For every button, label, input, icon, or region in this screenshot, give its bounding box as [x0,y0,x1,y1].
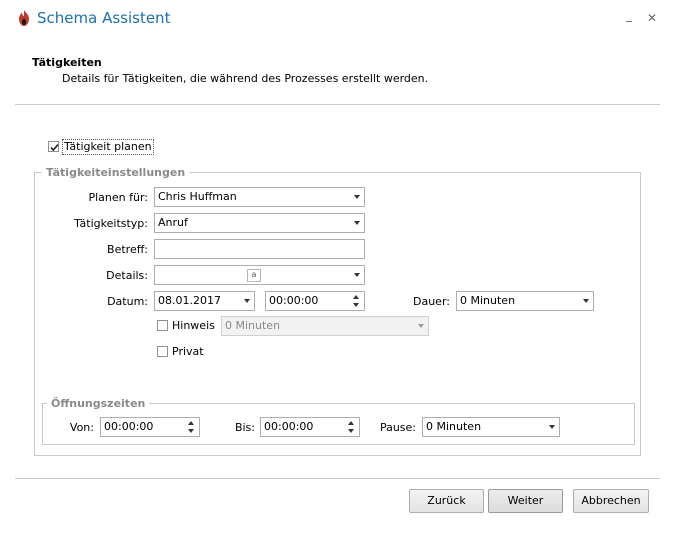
reminder-label: Hinweis [172,319,215,332]
page-title: Tätigkeiten [32,56,102,69]
private-checkbox[interactable] [157,346,168,357]
spinner-icon[interactable] [353,294,361,308]
header-divider [15,104,660,105]
reminder-value: 0 Minuten [225,319,281,332]
plan-activity-label[interactable]: Tätigkeit planen [62,139,154,155]
activity-settings-legend: Tätigkeiteinstellungen [42,166,190,179]
time-stepper[interactable]: 00:00:00 [265,291,365,311]
duration-label: Dauer: [413,295,450,308]
activity-type-dropdown[interactable]: Anruf [154,213,365,233]
next-button[interactable]: Weiter [488,489,563,513]
date-label: Datum: [107,295,148,308]
plan-for-label: Planen für: [88,191,148,204]
date-value: 08.01.2017 [158,294,221,307]
opening-hours-legend: Öffnungszeiten [47,397,150,410]
cancel-button[interactable]: Abbrechen [573,489,649,513]
to-label: Bis: [234,421,255,434]
duration-value: 0 Minuten [460,294,516,307]
chevron-down-icon [354,195,360,199]
subject-label: Betreff: [107,243,148,256]
plan-for-dropdown[interactable]: Chris Huffman [154,187,365,207]
text-format-icon: a [247,269,261,282]
chevron-down-icon [418,324,424,328]
pause-value: 0 Minuten [426,420,482,433]
reminder-checkbox[interactable] [157,320,168,331]
spinner-icon[interactable] [188,420,196,434]
to-time-value: 00:00:00 [264,420,314,433]
chevron-down-icon [354,273,360,277]
activity-type-label: Tätigkeitstyp: [74,217,148,230]
details-dropdown[interactable]: a [154,265,365,285]
page-subtitle: Details für Tätigkeiten, die während des… [62,72,429,85]
reminder-dropdown: 0 Minuten [221,316,429,336]
time-value: 00:00:00 [269,294,319,307]
chevron-down-icon [583,299,589,303]
pause-label: Pause: [379,421,416,434]
date-picker[interactable]: 08.01.2017 [154,291,255,311]
from-time-stepper[interactable]: 00:00:00 [100,417,200,437]
checkmark-icon [50,143,59,152]
footer-divider [15,478,660,479]
minimize-button[interactable]: _ [626,8,632,22]
flame-logo-icon [17,10,31,26]
chevron-down-icon [549,425,555,429]
subject-input[interactable] [154,239,365,259]
chevron-down-icon [244,299,250,303]
window-title: Schema Assistent [37,9,171,27]
details-label: Details: [106,269,148,282]
plan-for-value: Chris Huffman [158,190,237,203]
from-label: Von: [69,421,94,434]
spinner-icon[interactable] [348,420,356,434]
to-time-stepper[interactable]: 00:00:00 [260,417,360,437]
pause-dropdown[interactable]: 0 Minuten [422,417,560,437]
back-button[interactable]: Zurück [409,489,484,513]
chevron-down-icon [354,221,360,225]
private-label: Privat [172,345,204,358]
close-button[interactable]: ✕ [647,11,657,25]
from-time-value: 00:00:00 [104,420,154,433]
duration-dropdown[interactable]: 0 Minuten [456,291,594,311]
activity-type-value: Anruf [158,216,188,229]
plan-activity-checkbox[interactable] [48,141,59,152]
